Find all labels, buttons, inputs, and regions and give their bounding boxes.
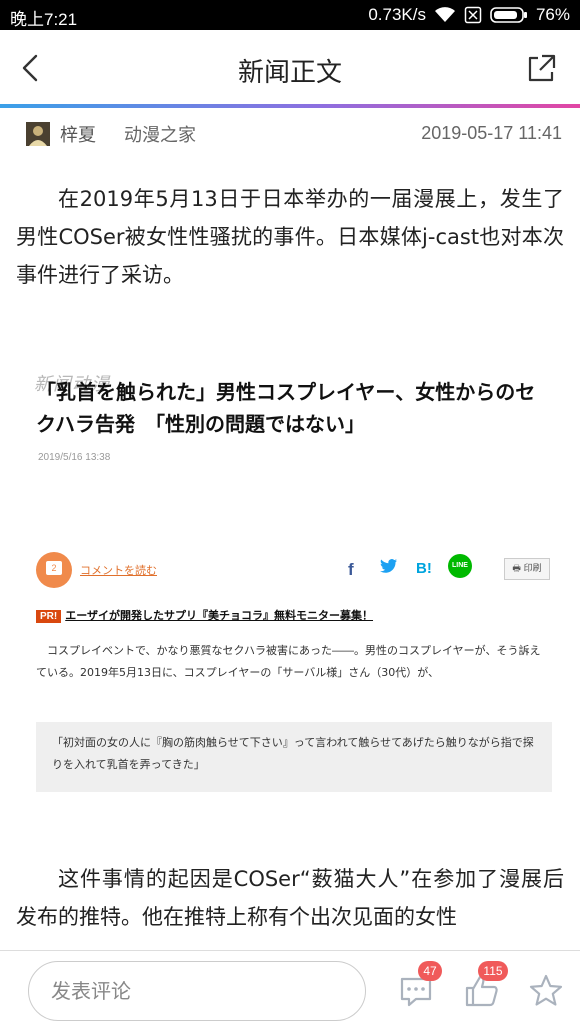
article-body: 在2019年5月13日于日本举办的一届漫展上，发生了男性COSer被女性性骚扰的… — [16, 180, 564, 294]
pr-badge: PR! — [36, 610, 62, 623]
share-button[interactable] — [524, 52, 558, 86]
image-headline: 「乳首を触られた」男性コスプレイヤー、女性からのセクハラ告発 「性別の問題ではな… — [36, 380, 536, 436]
article-meta: 梓夏 动漫之家 2019-05-17 11:41 — [0, 118, 580, 152]
article-body-continued: 这件事情的起因是COSer“薮猫大人”在参加了漫展后发布的推特。他在推特上称有个… — [16, 860, 564, 950]
star-icon — [529, 974, 563, 1006]
image-body-text: コスプレイベントで、かなり悪質なセクハラ被害にあった――。男性のコスプレイヤーが… — [36, 644, 541, 679]
line-icon: LINE — [448, 554, 472, 578]
facebook-icon: f — [348, 560, 354, 579]
likes-count-badge: 115 — [478, 961, 508, 981]
status-indicators: 0.73K/s 76% — [368, 5, 570, 25]
net-speed: 0.73K/s — [368, 5, 426, 24]
comments-button[interactable]: 47 — [396, 961, 442, 1011]
pr-text: エーザイが開発したサプリ『美チョコラ』無料モニター募集！ — [65, 609, 374, 622]
like-button[interactable]: 115 — [462, 961, 508, 1011]
image-comment-link: コメントを読む — [80, 564, 157, 577]
image-share-row: 2 コメントを読む f B! LINE 🖶 印刷 — [36, 550, 550, 590]
comment-bubble-icon: 2 — [36, 552, 72, 588]
image-date: 2019/5/16 13:38 — [38, 452, 111, 463]
app-header: 新闻正文 — [0, 30, 580, 106]
image-quote: 「初対面の女の人に『胸の筋肉触らせて下さい』って言われて触らせてあげたら触りなが… — [36, 722, 552, 792]
share-icon — [528, 54, 556, 82]
print-label: 印刷 — [523, 564, 542, 574]
paragraph: 这件事情的起因是COSer“薮猫大人”在参加了漫展后发布的推特。他在推特上称有个… — [16, 867, 564, 929]
comments-count-badge: 47 — [418, 961, 442, 981]
sim-icon — [464, 6, 482, 24]
image-pr-row: PR! エーザイが開発したサプリ『美チョコラ』無料モニター募集！ — [36, 604, 548, 623]
wifi-icon — [434, 6, 456, 24]
image-print-button: 🖶 印刷 — [504, 558, 550, 580]
author-name[interactable]: 梓夏 — [60, 121, 96, 147]
battery-level: 76% — [535, 5, 570, 24]
source-name[interactable]: 动漫之家 — [124, 121, 196, 147]
author-avatar[interactable] — [26, 122, 50, 146]
hatena-bookmark-icon: B! — [416, 560, 432, 577]
publish-date: 2019-05-17 11:41 — [421, 123, 562, 143]
comment-input[interactable]: 发表评论 — [28, 961, 366, 1021]
paragraph: 在2019年5月13日于日本举办的一届漫展上，发生了男性COSer被女性性骚扰的… — [16, 187, 564, 287]
bottom-action-bar: 发表评论 47 115 — [0, 951, 580, 1031]
image-comment-count: 2 — [46, 561, 62, 575]
status-bar: 晚上7:21 0.73K/s 76% — [0, 0, 580, 30]
status-time: 晚上7:21 — [10, 10, 78, 29]
article-image[interactable]: 新闻动漫 「乳首を触られた」男性コスプレイヤー、女性からのセクハラ告発 「性別の… — [20, 360, 560, 820]
twitter-icon — [380, 558, 398, 579]
page-title: 新闻正文 — [237, 58, 342, 88]
header-accent-bar — [0, 104, 580, 108]
battery-icon — [490, 6, 528, 24]
favorite-button[interactable] — [528, 973, 568, 1013]
